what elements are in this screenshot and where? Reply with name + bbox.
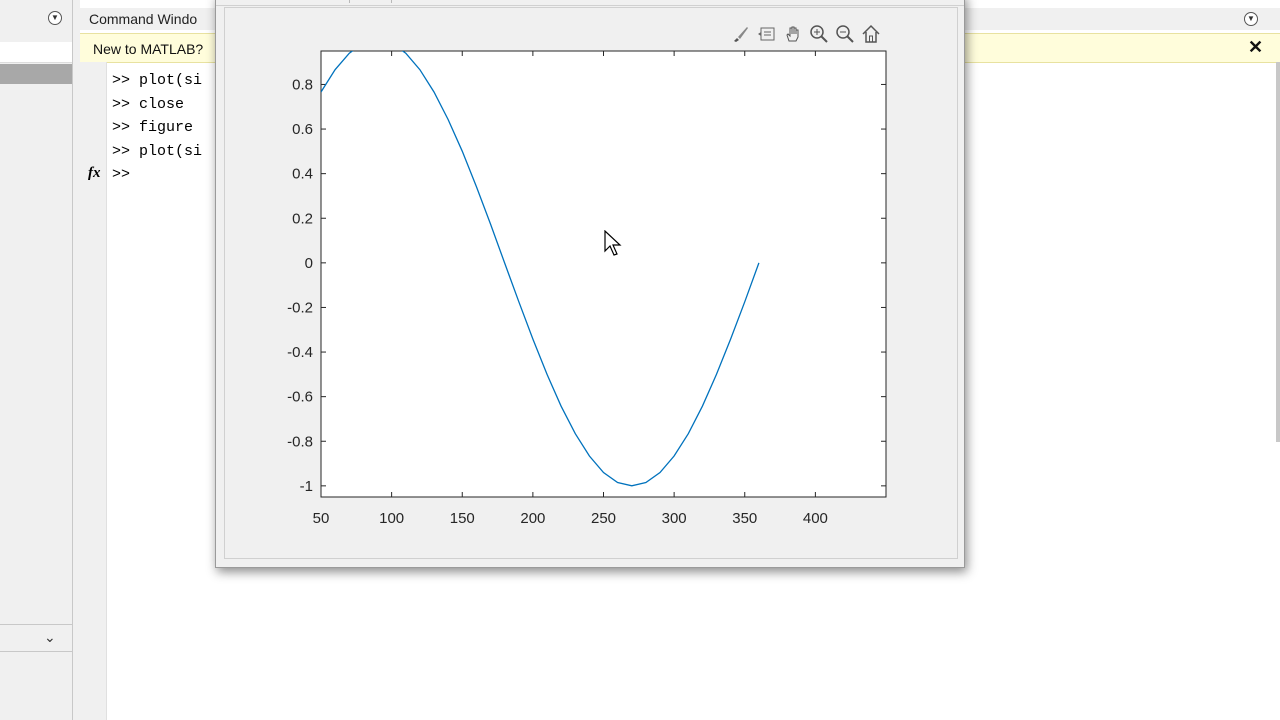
y-tick-label: 0.4 [292,166,313,183]
command-line: >> plot(si [112,142,203,160]
command-gutter [80,62,107,720]
figure-window[interactable]: 50 100 150 200 250 300 350 400 0.8 0.6 0.4 0.2 0 -0.… [215,0,965,568]
banner-text[interactable]: New to MATLAB? [93,41,203,57]
x-tick-label: 150 [450,510,475,527]
y-tick-label: 0 [305,255,313,272]
command-line: >> figure [112,119,194,136]
zoom-in-icon[interactable] [808,23,830,45]
command-window-title: Command Windo [89,11,198,27]
axes-box [320,50,887,498]
y-tick-label: -0.4 [287,344,313,361]
x-tick-label: 50 [313,510,330,527]
y-tick-label: -0.2 [287,299,313,316]
command-prompt[interactable]: >> [112,166,202,190]
zoom-out-icon[interactable] [834,23,856,45]
x-tick-label: 100 [379,510,404,527]
x-tick-label: 300 [662,510,687,527]
y-tick-label: -0.8 [287,433,313,450]
chevron-down-icon[interactable]: ⌄ [44,629,56,646]
y-tick-label: 0.2 [292,210,313,227]
plot-area[interactable]: 50 100 150 200 250 300 350 400 0.8 0.6 0.4 0.2 0 -0.… [216,0,964,567]
pan-hand-icon[interactable] [782,23,804,45]
left-panel-row[interactable] [0,42,72,63]
command-history[interactable]: >> plot(si >> close >> figure >> plot(si… [112,72,202,190]
x-tick-label: 200 [520,510,545,527]
y-tick-label: 0.8 [292,76,313,93]
axes-toolbar [730,23,882,45]
x-tick-label: 400 [803,510,828,527]
left-panel-details-header[interactable]: ⌄ [0,624,72,652]
y-tick-label: -1 [300,478,313,495]
command-line: >> close [112,95,185,113]
x-tick-label: 250 [591,510,616,527]
close-icon[interactable]: ✕ [1248,37,1263,58]
command-line: >> plot(si [112,72,203,89]
fx-icon[interactable]: fx [88,165,101,182]
vertical-scrollbar[interactable] [1276,62,1280,442]
y-tick-label: -0.6 [287,389,313,406]
x-tick-label: 350 [732,510,757,527]
chevron-down-circle-icon[interactable]: ▼ [1244,12,1258,26]
data-tips-icon[interactable] [756,23,778,45]
home-icon[interactable] [860,23,882,45]
left-panel: ▼ ⌄ [0,0,73,720]
mouse-cursor-icon [604,230,622,256]
chevron-down-circle-icon[interactable]: ▼ [48,11,62,25]
brush-icon[interactable] [730,23,752,45]
y-tick-label: 0.6 [292,121,313,138]
left-panel-selected-row[interactable] [0,64,72,84]
left-panel-header: ▼ [0,8,72,30]
